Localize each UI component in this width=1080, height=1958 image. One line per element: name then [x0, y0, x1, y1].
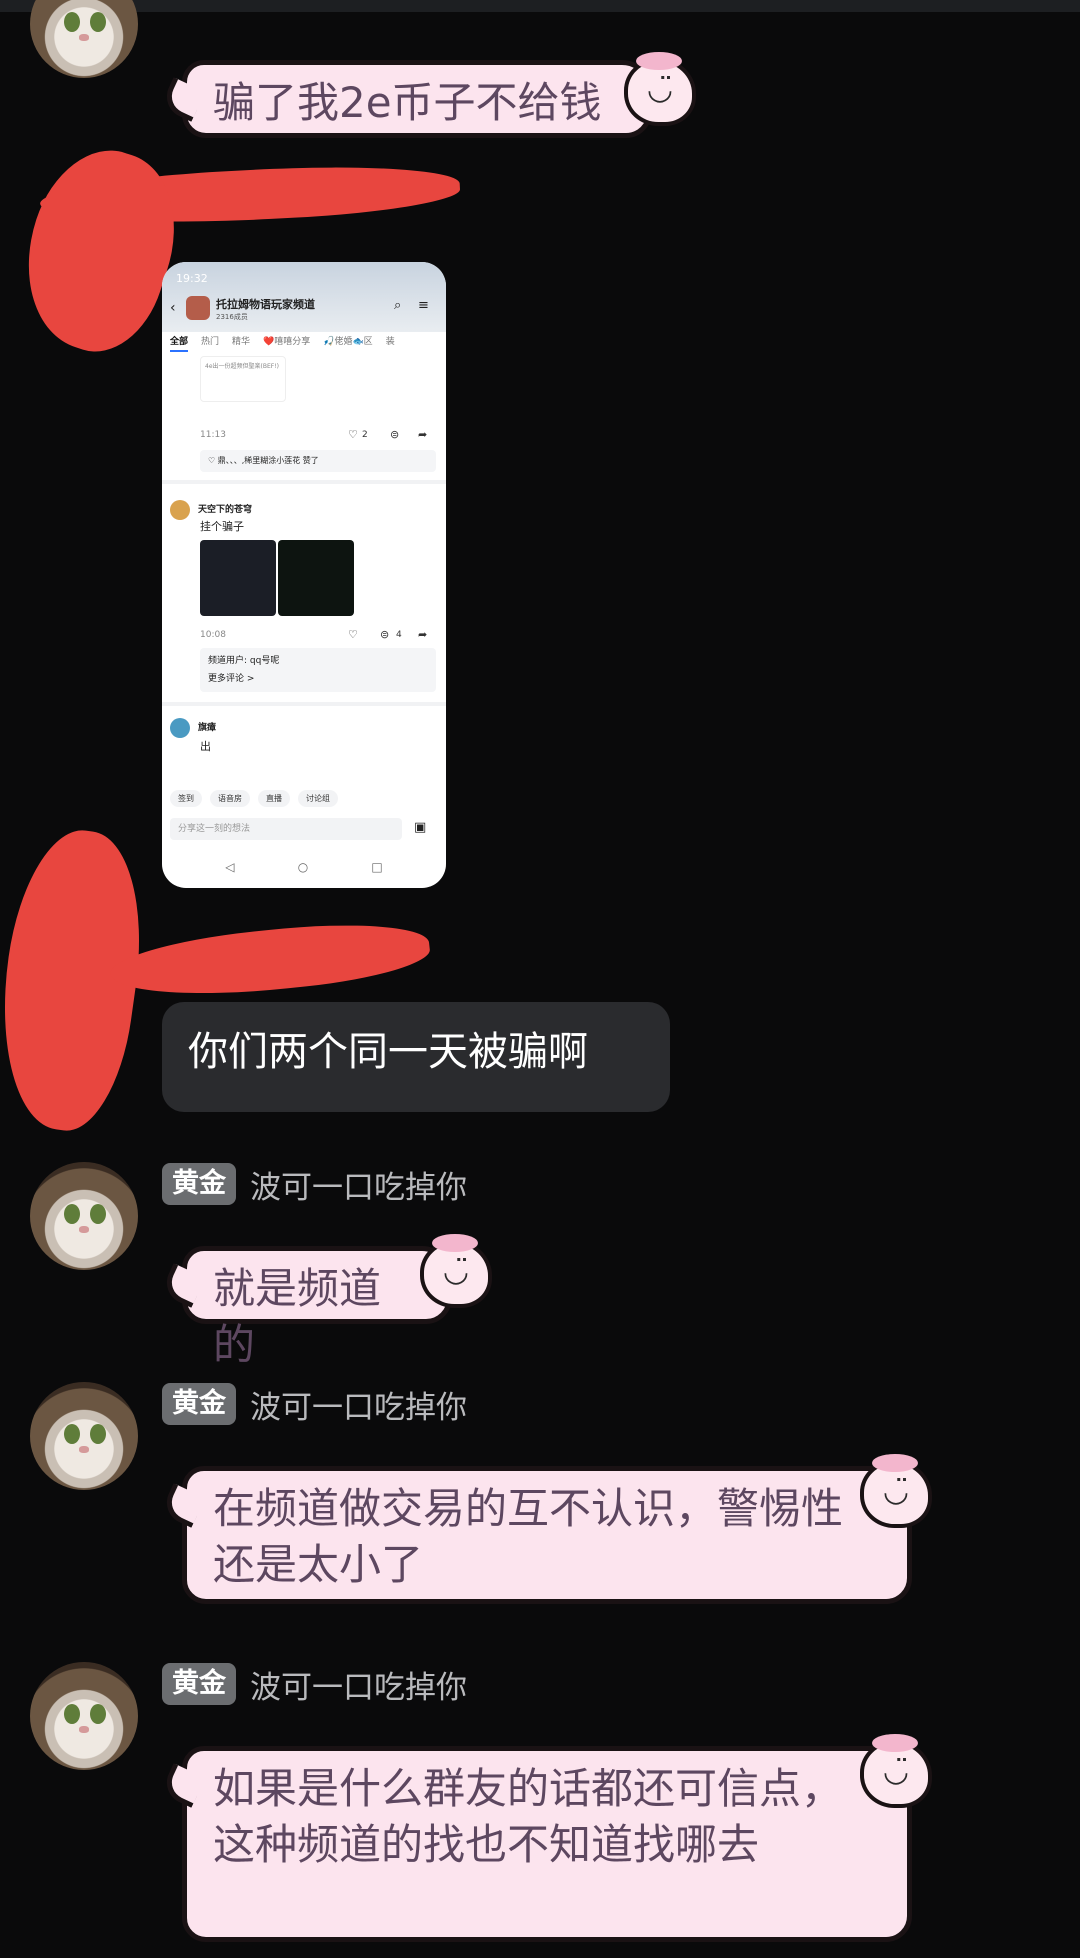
nav-home-icon: ○	[297, 860, 309, 874]
screenshot-time: 19:32	[176, 272, 208, 285]
share-icon: ➦	[418, 628, 428, 641]
message-bubble[interactable]: 如果是什么群友的话都还可信点，这种频道的找也不知道找哪去	[159, 1746, 912, 1942]
menu-icon: ≡	[418, 298, 429, 313]
avatar[interactable]	[30, 1382, 138, 1490]
checkin-button: 签到	[170, 790, 202, 807]
sender-row: 黄金 波可一口吃掉你	[162, 1382, 467, 1426]
message-text: 你们两个同一天被骗啊	[188, 1029, 588, 1075]
liked-by: ♡ 鼎、、、,稀里糊涂小莲花 赞了	[200, 450, 436, 472]
message-bubble[interactable]: 骗了我2e币子不给钱	[159, 60, 652, 138]
heart-icon: ♡	[348, 428, 358, 441]
channel-icon	[186, 296, 210, 320]
channel-title: 托拉姆物语玩家频道	[216, 298, 315, 311]
search-icon: ⌕	[394, 298, 402, 313]
nav-recent-icon: □	[371, 860, 383, 874]
message-text: 如果是什么群友的话都还可信点，这种频道的找也不知道找哪去	[213, 1764, 844, 1869]
nav-back-icon: ◁	[225, 860, 235, 874]
post-text: 挂个骗子	[200, 520, 244, 533]
post-image	[200, 540, 276, 616]
post-image	[278, 540, 354, 616]
avatar[interactable]	[30, 1162, 138, 1270]
channel-subtitle: 2316成员	[216, 313, 248, 321]
avatar[interactable]	[30, 0, 138, 78]
channel-tabs: 全部 热门 精华 ❤️嘻嘻分享 🎣佬婚🐟区 装	[170, 334, 446, 352]
sender-name[interactable]: 波可一口吃掉你	[250, 1662, 467, 1707]
redaction-scribble	[107, 913, 433, 1007]
shared-screenshot[interactable]: 19:32 ‹ 托拉姆物语玩家频道 2316成员 ⌕ ≡ 全部 热门 精华 ❤️…	[162, 262, 446, 888]
message-text: 骗了我2e币子不给钱	[213, 78, 602, 127]
post-time: 11:13	[200, 430, 226, 440]
sticker-face-icon: ◡̈	[860, 1734, 932, 1808]
sender-row: 黄金 波可一口吃掉你	[162, 1662, 467, 1706]
sender-name[interactable]: 波可一口吃掉你	[250, 1382, 467, 1427]
level-badge: 黄金	[162, 1383, 236, 1425]
post-time: 10:08	[200, 630, 226, 640]
like-count: 2	[362, 430, 368, 440]
image-icon: ▣	[414, 820, 427, 835]
post-thumbnail: 4e出一份超频但聖楽(BEF!)	[200, 356, 286, 402]
sticker-face-icon: ◡̈	[624, 52, 696, 126]
level-badge: 黄金	[162, 1663, 236, 1705]
sender-row: 黄金 波可一口吃掉你	[162, 1162, 467, 1206]
post-author: 旗瘴	[198, 723, 217, 733]
sticker-face-icon: ◡̈	[420, 1234, 492, 1308]
sender-name[interactable]: 波可一口吃掉你	[250, 1162, 467, 1207]
tab: 全部	[170, 334, 189, 352]
status-strip	[0, 0, 1080, 12]
post-author: 天空下的苍穹	[198, 505, 253, 515]
share-icon: ➦	[418, 428, 428, 441]
tab: 🎣佬婚🐟区	[323, 337, 373, 347]
comment-icon: ⊜	[380, 628, 390, 641]
message-bubble[interactable]: 在频道做交易的互不认识，警惕性还是太小了	[159, 1466, 912, 1604]
comment-icon: ⊜	[390, 428, 400, 441]
avatar	[170, 718, 190, 738]
comment-text: 频道用户: qq号呢	[208, 656, 280, 666]
message-text: 在频道做交易的互不认识，警惕性还是太小了	[213, 1484, 844, 1589]
message-bubble[interactable]: 就是频道的	[159, 1246, 452, 1369]
tab: 精华	[232, 337, 251, 347]
sticker-face-icon: ◡̈	[860, 1454, 932, 1528]
message-bubble[interactable]: 你们两个同一天被骗啊	[162, 1002, 670, 1112]
avatar[interactable]	[30, 1662, 138, 1770]
tab: 热门	[201, 337, 220, 347]
voice-room-button: 语音房	[210, 790, 250, 807]
system-nav: ◁ ○ □	[162, 860, 446, 874]
post-text: 出	[200, 740, 211, 753]
share-input: 分享这一刻的想法	[170, 818, 402, 840]
message-text: 就是频道的	[213, 1264, 382, 1369]
level-badge: 黄金	[162, 1163, 236, 1205]
back-icon: ‹	[170, 300, 176, 316]
channel-toolbar: 签到 语音房 直播 讨论组	[170, 790, 440, 807]
tab: 装	[385, 337, 395, 347]
avatar	[170, 500, 190, 520]
comment-count: 4	[396, 630, 402, 640]
discussion-button: 讨论组	[298, 790, 338, 807]
tab: ❤️嘻嘻分享	[263, 337, 311, 347]
comment-preview: 频道用户: qq号呢 更多评论 >	[200, 648, 436, 692]
heart-icon: ♡	[348, 628, 358, 641]
more-comments-link: 更多评论 >	[208, 674, 255, 684]
live-button: 直播	[258, 790, 290, 807]
